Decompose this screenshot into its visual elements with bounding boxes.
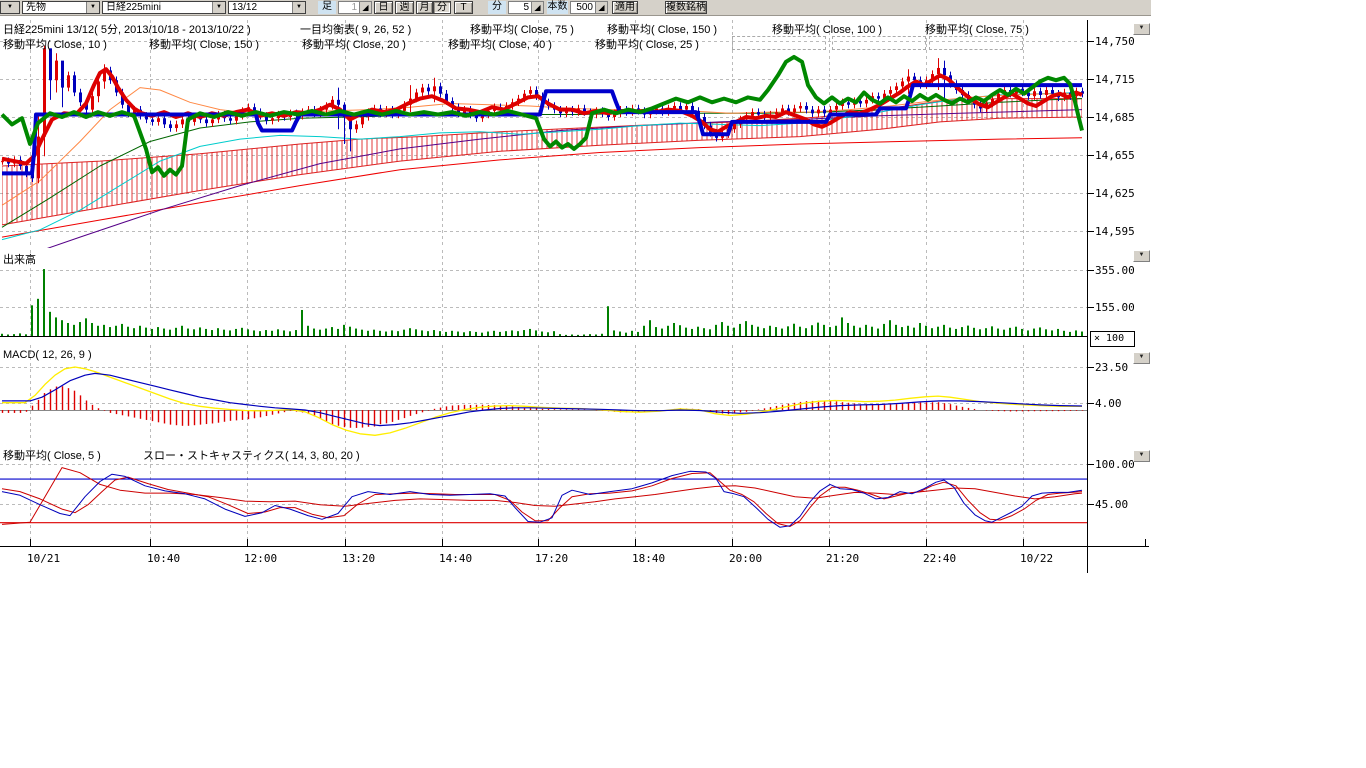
time-axis-label: 14:40 <box>439 552 472 565</box>
time-axis-label: 20:00 <box>729 552 762 565</box>
macd-axis-label: 23.50 <box>1095 361 1128 374</box>
symbol-select[interactable]: 日経225mini ▼ <box>102 1 226 14</box>
macd-axis-label: 4.00 <box>1095 397 1122 410</box>
period-tick-button[interactable]: T <box>454 1 473 14</box>
volume-axis-label: 355.00 <box>1095 264 1135 277</box>
bar-count-label: 本数 <box>547 1 568 14</box>
time-axis-label: 10:40 <box>147 552 180 565</box>
legend-item[interactable]: 移動平均( Close, 20 ) <box>302 36 406 52</box>
macd-pane-label: MACD( 12, 26, 9 ) <box>3 349 92 361</box>
volume-pane-label: 出来高 <box>3 251 36 267</box>
stoch-axis-label: 45.00 <box>1095 498 1128 511</box>
app-window: ▼ 先物 ▼ 日経225mini ▼ 13/12 ▼ 足 1 ◢ 日 週 月 分… <box>0 0 1366 768</box>
spinner-icon[interactable]: ◢ <box>359 2 371 13</box>
time-axis-label: 12:00 <box>244 552 277 565</box>
price-axis-label: 14,595 <box>1095 225 1135 238</box>
legend-item[interactable]: 移動平均( Close, 25 ) <box>595 36 699 52</box>
chevron-down-icon: ▼ <box>7 2 13 13</box>
bar-count-spinner[interactable]: 500 ◢ <box>570 1 608 14</box>
contract-month-select[interactable]: 13/12 ▼ <box>228 1 306 14</box>
time-axis-label: 10/21 <box>27 552 60 565</box>
stoch-axis-label: 100.00 <box>1095 458 1135 471</box>
toolbar: ▼ 先物 ▼ 日経225mini ▼ 13/12 ▼ 足 1 ◢ 日 週 月 分… <box>0 0 1151 16</box>
time-axis-label: 17:20 <box>535 552 568 565</box>
legend-item[interactable]: 日経225mini 13/12( 5分, 2013/10/18 - 2013/1… <box>3 21 251 37</box>
macd-pane <box>0 367 1087 435</box>
legend-item[interactable]: 移動平均( Close, 10 ) <box>3 36 107 52</box>
stochastics-pane <box>0 468 1087 528</box>
bar-count-value: 500 <box>571 2 595 13</box>
legend-item[interactable]: 移動平均( Close, 75 ) <box>925 21 1029 37</box>
legend-empty-slot <box>732 36 826 50</box>
legend-item[interactable]: 一目均衡表( 9, 26, 52 ) <box>300 21 411 37</box>
period-day-button[interactable]: 日 <box>374 1 393 14</box>
legend-item[interactable]: 移動平均( Close, 100 ) <box>772 21 882 37</box>
price-axis-label: 14,625 <box>1095 187 1135 200</box>
contract-month-value: 13/12 <box>232 2 257 13</box>
legend-item[interactable]: 移動平均( Close, 150 ) <box>149 36 259 52</box>
chevron-down-icon[interactable]: ▼ <box>292 2 305 13</box>
time-axis-label: 21:20 <box>826 552 859 565</box>
price-axis-label: 14,715 <box>1095 73 1135 86</box>
time-axis-label: 10/22 <box>1020 552 1053 565</box>
spinner-icon[interactable]: ◢ <box>531 2 543 13</box>
price-axis-label: 14,655 <box>1095 149 1135 162</box>
volume-pane <box>0 269 1087 336</box>
pane-scale-dropdown-button[interactable]: ▼ <box>1133 23 1150 35</box>
volume-multiplier-badge: × 100 <box>1090 331 1135 347</box>
time-axis-label: 22:40 <box>923 552 956 565</box>
apply-button[interactable]: 適用 <box>612 1 638 14</box>
chevron-down-icon[interactable]: ▼ <box>212 2 225 13</box>
stoch-ma-pane-label: 移動平均( Close, 5 ) <box>3 447 101 463</box>
price-axis-label: 14,685 <box>1095 111 1135 124</box>
multi-symbol-button[interactable]: 複数銘柄 <box>665 1 707 14</box>
pane-scale-dropdown-button[interactable]: ▼ <box>1133 450 1150 462</box>
bar-interval-value: 1 <box>339 2 359 13</box>
period-minute-button[interactable]: 分 <box>433 1 451 14</box>
legend-empty-slot <box>929 36 1023 50</box>
legend-item[interactable]: 移動平均( Close, 40 ) <box>448 36 552 52</box>
chart-plot-area[interactable]: 14,750 14,715 14,685 14,655 14,625 14,595 355.… <box>0 0 1366 768</box>
legend-item[interactable]: 移動平均( Close, 75 ) <box>470 21 574 37</box>
bar-label: 足 <box>318 1 336 14</box>
time-axis-label: 13:20 <box>342 552 375 565</box>
spinner-icon[interactable]: ◢ <box>595 2 607 13</box>
legend-empty-slot <box>832 36 926 50</box>
symbol-select-value: 日経225mini <box>106 2 161 13</box>
period-week-button[interactable]: 週 <box>395 1 414 14</box>
volume-axis-label: 155.00 <box>1095 301 1135 314</box>
legend-item[interactable]: 移動平均( Close, 150 ) <box>607 21 717 37</box>
window-dropdown-button[interactable]: ▼ <box>0 1 20 14</box>
period-month-button[interactable]: 月 <box>416 1 433 14</box>
minute-interval-value: 5 <box>509 2 531 13</box>
stoch-pane-label: スロー・ストキャスティクス( 14, 3, 80, 20 ) <box>143 447 360 463</box>
chevron-down-icon[interactable]: ▼ <box>86 2 99 13</box>
price-axis-label: 14,750 <box>1095 35 1135 48</box>
category-select-value: 先物 <box>26 2 46 13</box>
minute-interval-spinner[interactable]: 5 ◢ <box>508 1 544 14</box>
bar-interval-spinner[interactable]: 1 ◢ <box>338 1 372 14</box>
time-axis-label: 18:40 <box>632 552 665 565</box>
category-select[interactable]: 先物 ▼ <box>22 1 100 14</box>
minute-label: 分 <box>488 1 506 14</box>
pane-scale-dropdown-button[interactable]: ▼ <box>1133 250 1150 262</box>
pane-scale-dropdown-button[interactable]: ▼ <box>1133 352 1150 364</box>
